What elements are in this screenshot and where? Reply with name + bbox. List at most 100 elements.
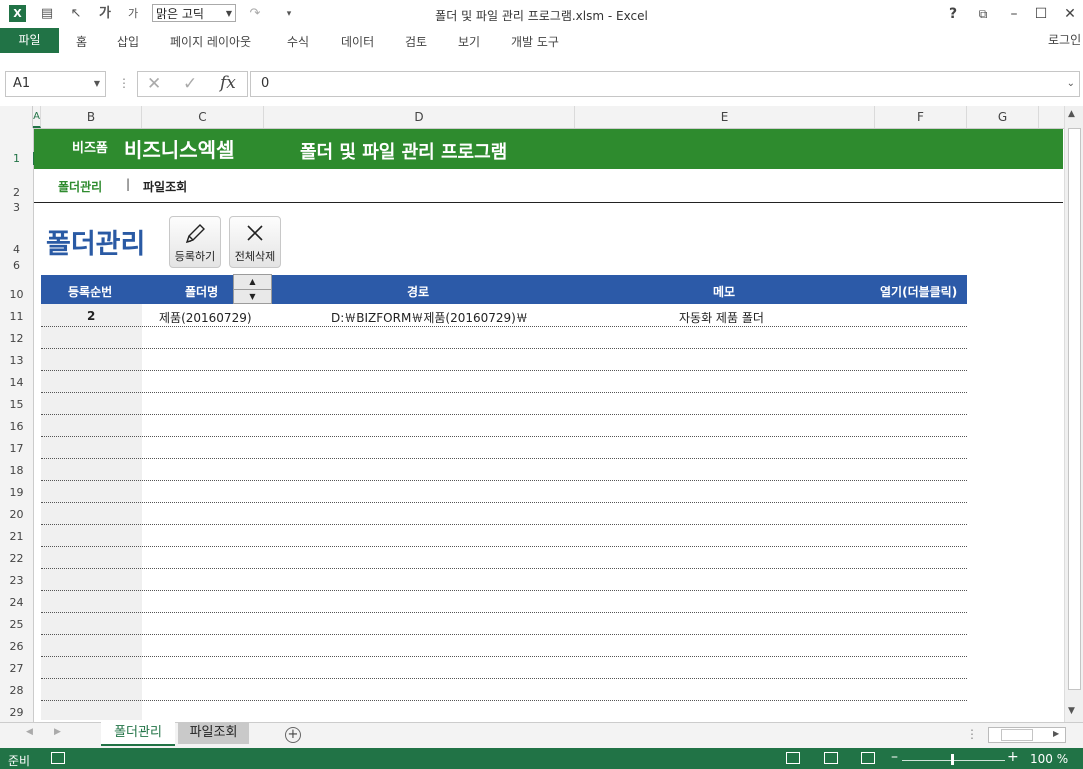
sheet-tab-folder[interactable]: 폴더관리 [101, 722, 175, 746]
row-header[interactable]: 3 [0, 201, 33, 214]
row-line [41, 678, 967, 679]
tab-insert[interactable]: 삽입 [117, 33, 139, 50]
column-header-c[interactable]: C [142, 106, 264, 128]
page-break-view-icon[interactable] [861, 752, 875, 764]
row-header[interactable]: 15 [0, 398, 33, 411]
column-header-a[interactable]: A [33, 106, 41, 128]
normal-view-icon[interactable] [786, 752, 800, 764]
maximize-icon[interactable]: ☐ [1030, 4, 1052, 24]
table-cell-name[interactable]: 제품(20160729) [159, 309, 252, 326]
row-header[interactable]: 25 [0, 618, 33, 631]
tab-developer[interactable]: 개발 도구 [511, 33, 559, 50]
zoom-out-icon[interactable]: – [891, 749, 898, 765]
column-header-b[interactable]: B [41, 106, 142, 128]
scroll-down-icon[interactable]: ▼ [1068, 706, 1075, 716]
insert-function-icon[interactable]: fx [220, 73, 236, 93]
row-line [41, 524, 967, 525]
scroll-thumb[interactable] [1068, 128, 1081, 690]
row-header[interactable]: 11 [0, 310, 33, 323]
row-line [41, 458, 967, 459]
row-line [41, 634, 967, 635]
row-header[interactable]: 29 [0, 706, 33, 719]
help-button[interactable]: ? [942, 4, 964, 24]
window-title: 폴더 및 파일 관리 프로그램.xlsm - Excel [435, 9, 648, 23]
enter-icon[interactable]: ✓ [183, 74, 197, 94]
zoom-in-icon[interactable]: + [1007, 749, 1019, 765]
cancel-icon[interactable]: ✕ [147, 74, 161, 94]
tab-review[interactable]: 검토 [405, 33, 427, 50]
register-button[interactable]: 등록하기 [169, 216, 221, 268]
zoom-slider-thumb[interactable] [951, 754, 954, 765]
table-header-num: 등록순번 [68, 285, 113, 299]
row-line [41, 348, 967, 349]
row-header[interactable]: 12 [0, 332, 33, 345]
scroll-up-icon[interactable]: ▲ [1068, 109, 1075, 119]
macro-record-icon[interactable] [51, 752, 65, 764]
column-header-g[interactable]: G [967, 106, 1039, 128]
row-line [41, 436, 967, 437]
row-header[interactable]: 13 [0, 354, 33, 367]
row-header[interactable]: 18 [0, 464, 33, 477]
formula-input[interactable]: 0 ⌄ [250, 71, 1080, 97]
spinner-down-icon[interactable]: ▼ [234, 290, 271, 304]
row-line [41, 612, 967, 613]
row-header[interactable]: 17 [0, 442, 33, 455]
page-layout-view-icon[interactable] [824, 752, 838, 764]
minimize-icon[interactable]: – [1003, 4, 1025, 24]
select-all-corner[interactable] [0, 106, 33, 128]
row-header[interactable]: 27 [0, 662, 33, 675]
tab-scroll-left-icon[interactable]: ◀ [26, 727, 33, 737]
row-header[interactable]: 2 [0, 186, 33, 199]
column-header-f[interactable]: F [875, 106, 967, 128]
vertical-scrollbar[interactable]: ▲ ▼ [1064, 106, 1083, 722]
tab-home[interactable]: 홈 [76, 33, 87, 50]
row-header[interactable]: 22 [0, 552, 33, 565]
expand-formula-icon[interactable]: ⌄ [1067, 72, 1075, 96]
row-header[interactable]: 16 [0, 420, 33, 433]
row-header[interactable]: 26 [0, 640, 33, 653]
table-cell-memo[interactable]: 자동화 제품 폴더 [679, 309, 764, 326]
nav-folder-link[interactable]: 폴더관리 [58, 178, 102, 195]
spinner-up-icon[interactable]: ▲ [234, 275, 271, 290]
close-icon[interactable]: ✕ [1059, 4, 1081, 24]
table-header-path: 경로 [407, 285, 430, 299]
nav-file-link[interactable]: 파일조회 [143, 178, 187, 195]
tab-view[interactable]: 보기 [458, 33, 480, 50]
login-link[interactable]: 로그인 [1048, 31, 1081, 48]
sort-spinner[interactable]: ▲ ▼ [233, 274, 272, 304]
zoom-level[interactable]: 100 % [1030, 752, 1068, 766]
row-header[interactable]: 4 [0, 243, 33, 256]
column-header-d[interactable]: D [264, 106, 575, 128]
hscroll-thumb[interactable] [1001, 729, 1033, 741]
row-header[interactable]: 23 [0, 574, 33, 587]
table-cell-num[interactable]: 2 [87, 309, 95, 323]
row-header[interactable]: 21 [0, 530, 33, 543]
ribbon-display-icon[interactable]: ⧉ [972, 4, 994, 24]
add-sheet-icon[interactable]: + [285, 727, 301, 743]
name-box[interactable]: A1 ▼ [5, 71, 106, 97]
sheet-tab-file[interactable]: 파일조회 [178, 722, 249, 744]
row-line [41, 326, 967, 327]
tab-file[interactable]: 파일 [0, 28, 59, 53]
tab-page-layout[interactable]: 페이지 레이아웃 [170, 33, 251, 50]
divider-line [34, 202, 1063, 203]
hscroll-right-icon[interactable]: ▶ [1053, 729, 1059, 738]
row-header[interactable]: 1 [0, 152, 35, 165]
tab-scroll-right-icon[interactable]: ▶ [54, 727, 61, 737]
row-header[interactable]: 19 [0, 486, 33, 499]
row-header[interactable]: 24 [0, 596, 33, 609]
table-header-memo: 메모 [713, 285, 736, 299]
tab-data[interactable]: 데이터 [341, 33, 374, 50]
tab-formulas[interactable]: 수식 [287, 33, 309, 50]
delete-all-button[interactable]: 전체삭제 [229, 216, 281, 268]
column-header-e[interactable]: E [575, 106, 875, 128]
row-header[interactable]: 28 [0, 684, 33, 697]
formula-value: 0 [261, 76, 270, 91]
row-line [41, 392, 967, 393]
row-header[interactable]: 20 [0, 508, 33, 521]
table-cell-path[interactable]: D:￦BIZFORM￦제품(20160729)￦ [331, 309, 528, 326]
row-header[interactable]: 14 [0, 376, 33, 389]
status-bar [0, 748, 1083, 769]
row-header[interactable]: 6 [0, 259, 33, 272]
row-header[interactable]: 10 [0, 288, 33, 301]
